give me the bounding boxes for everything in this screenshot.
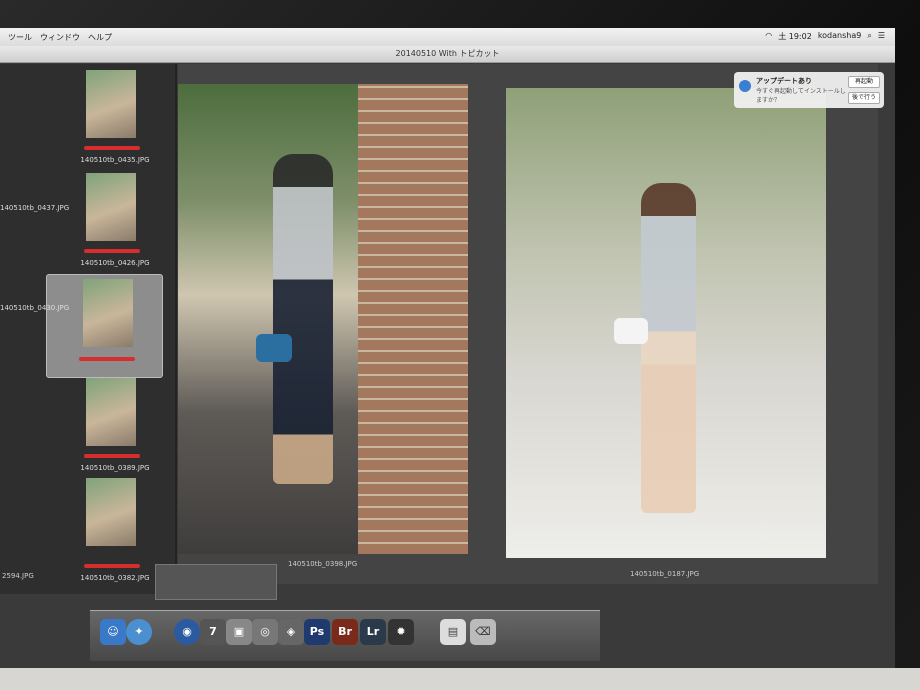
thumb-label: 140510tb_0389.JPG [80,464,150,472]
thumb-image [86,173,136,241]
red-label [79,357,135,361]
white-bag [614,318,648,344]
brick-wall [358,84,468,554]
thumbnail-left[interactable]: 140510tb_0437.JPG [0,114,70,214]
menubar: ツール ウィンドウ ヘルプ ◠ 土 19:02 kodansha9 ⌕ ☰ [0,28,895,46]
model-figure [641,183,696,513]
model-figure [273,154,333,484]
thumb-image [86,478,136,546]
status-filename: 2594.JPG [2,572,34,580]
red-label [84,564,140,568]
thumbnail-3[interactable]: 140510tb_0389.JPG [80,374,150,474]
thumbnail-left[interactable]: 140510tb_0430.JPG [0,214,70,314]
photoshop-icon[interactable]: Ps [304,619,330,645]
app-icon[interactable]: ✹ [388,619,414,645]
preview-icon[interactable]: ▣ [226,619,252,645]
red-label [84,249,140,253]
red-label [84,454,140,458]
menu-window[interactable]: ウィンドウ [40,32,80,43]
thumbnail-1[interactable]: 140510tb_0426.JPG [80,169,150,269]
document-icon[interactable]: ▤ [440,619,466,645]
thumbnail-4[interactable]: 140510tb_0382.JPG [80,474,150,584]
compare-view[interactable]: 140510tb_0398.JPG 140510tb_0187.JPG [178,64,878,584]
lightroom-icon[interactable]: Lr [360,619,386,645]
thumb-label: 140510tb_0435.JPG [80,156,150,164]
later-button[interactable]: 後で行う [848,92,880,104]
username[interactable]: kodansha9 [818,31,862,42]
notification-title: アップデートあり [756,77,812,85]
thumb-image [83,279,133,347]
search-icon[interactable]: ⌕ [867,31,871,42]
filmstrip[interactable]: 140510tb_0435.JPG 140510tb_0426.JPG 1405… [0,64,177,594]
menu-list-icon[interactable]: ☰ [878,31,885,42]
dock[interactable]: ☺ ✦ ◉ 7 ▣ ◎ ◈ Ps Br Lr ✹ ▤ ⌫ [90,610,600,661]
finder-icon[interactable]: ☺ [100,619,126,645]
bag-icon[interactable]: ◈ [278,619,304,645]
thumb-label: 140510tb_0430.JPG [0,304,70,312]
red-label [84,146,140,150]
app-icon[interactable]: 7 [200,619,226,645]
thumbnail-selected[interactable] [46,274,163,378]
wifi-icon[interactable]: ◠ [765,31,772,42]
safari-icon[interactable]: ✦ [126,619,152,645]
update-notification[interactable]: アップデートあり 今すぐ再起動してインストールしますか？ 再起動 後で行う [734,72,884,108]
photo-right[interactable] [506,88,826,558]
thumb-image [86,378,136,446]
thumb-label: 140510tb_0437.JPG [0,204,70,212]
thumb-image [86,70,136,138]
menu-tools[interactable]: ツール [8,32,32,43]
desk [0,668,920,690]
restart-button[interactable]: 再起動 [848,76,880,88]
clock[interactable]: 土 19:02 [778,31,812,42]
thumb-label: 140510tb_0382.JPG [80,574,150,582]
window-title: 20140510 With トピカット [0,46,895,63]
menu-help[interactable]: ヘルプ [88,32,112,43]
browser-icon[interactable]: ◉ [174,619,200,645]
update-icon [739,80,751,92]
trash-icon[interactable]: ⌫ [470,619,496,645]
notification-desc: 今すぐ再起動してインストールしますか？ [756,88,846,104]
thumb-label: 140510tb_0426.JPG [80,259,150,267]
photo-left[interactable] [178,84,468,554]
bridge-icon[interactable]: Br [332,619,358,645]
capture-icon[interactable]: ◎ [252,619,278,645]
blue-bag [256,334,292,362]
loupe-toolbar[interactable] [155,564,277,600]
right-caption: 140510tb_0187.JPG [630,570,700,578]
thumbnail-0[interactable]: 140510tb_0435.JPG [80,66,150,166]
screen: ツール ウィンドウ ヘルプ ◠ 土 19:02 kodansha9 ⌕ ☰ 20… [0,28,895,668]
left-caption: 140510tb_0398.JPG [288,560,358,568]
